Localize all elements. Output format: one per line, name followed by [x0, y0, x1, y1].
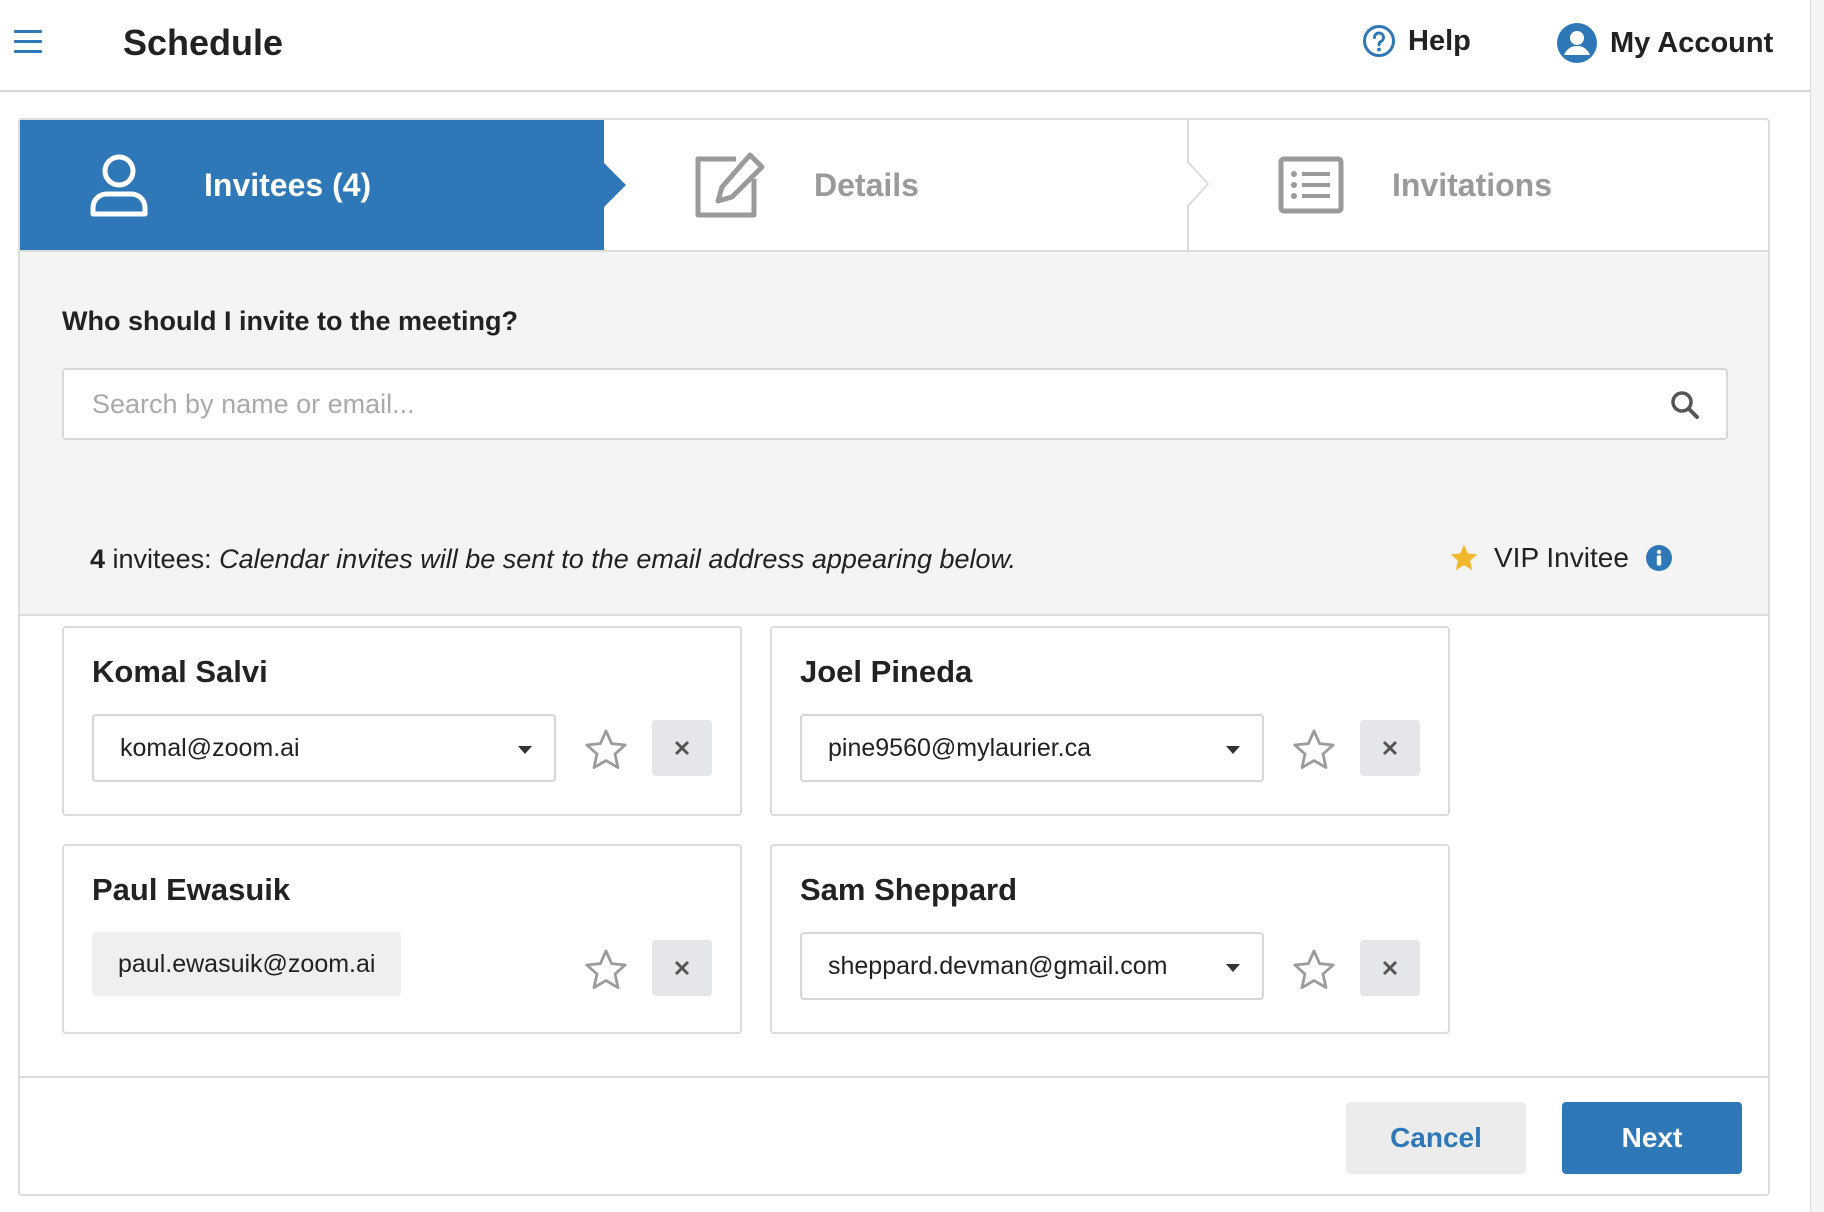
- close-icon: [674, 740, 690, 756]
- question-circle-icon: [1363, 25, 1395, 57]
- remove-invitee-button[interactable]: [1360, 940, 1420, 996]
- footer-divider: [20, 1076, 1768, 1078]
- question-heading: Who should I invite to the meeting?: [62, 306, 518, 336]
- next-button[interactable]: Next: [1562, 1102, 1742, 1174]
- caret-down-icon: [518, 746, 532, 754]
- my-account-label: My Account: [1610, 26, 1774, 59]
- step-invitees-label: Invitees (4): [204, 166, 372, 203]
- invitee-summary-message: Calendar invites will be sent to the ema…: [219, 544, 1017, 574]
- edit-icon: [695, 152, 765, 218]
- star-outline-icon[interactable]: [1290, 946, 1338, 994]
- close-icon: [674, 960, 690, 976]
- cancel-button[interactable]: Cancel: [1346, 1102, 1526, 1174]
- star-filled-icon: [1450, 544, 1478, 570]
- help-link[interactable]: Help: [1362, 24, 1471, 58]
- background-window-edge: [1810, 0, 1824, 1212]
- invitee-card: Komal Salvi komal@zoom.ai: [62, 626, 742, 816]
- stepper: Invitees (4) Details Invitations: [20, 120, 1768, 252]
- vip-legend: VIP Invitee: [1448, 542, 1673, 574]
- remove-invitee-button[interactable]: [652, 720, 712, 776]
- star-outline-icon[interactable]: [582, 946, 630, 994]
- invitee-card: Sam Sheppard sheppard.devman@gmail.com: [770, 844, 1450, 1034]
- invitee-card: Paul Ewasuik paul.ewasuik@zoom.ai: [62, 844, 742, 1034]
- invitee-name: Joel Pineda: [800, 654, 973, 689]
- top-bar: Schedule Help My Account: [0, 0, 1810, 92]
- invitee-name: Paul Ewasuik: [92, 872, 291, 907]
- user-icon: [90, 154, 148, 217]
- schedule-panel: Invitees (4) Details Invitations Who sho…: [18, 118, 1770, 1196]
- caret-down-icon: [1226, 746, 1240, 754]
- search-box: [62, 368, 1728, 440]
- email-value: paul.ewasuik@zoom.ai: [92, 932, 402, 996]
- help-label: Help: [1408, 24, 1471, 57]
- step-invitees[interactable]: Invitees (4): [20, 120, 626, 250]
- avatar-icon: [1557, 23, 1597, 63]
- star-outline-icon[interactable]: [1290, 726, 1338, 774]
- email-dropdown-value: pine9560@mylaurier.ca: [828, 734, 1092, 762]
- my-account-link[interactable]: My Account: [1556, 22, 1773, 64]
- email-dropdown[interactable]: pine9560@mylaurier.ca: [800, 714, 1264, 782]
- invitee-summary: 4 invitees: Calendar invites will be sen…: [90, 544, 1016, 575]
- close-icon: [1382, 960, 1398, 976]
- step-invitations[interactable]: Invitations: [1190, 120, 1768, 250]
- email-dropdown-value: sheppard.devman@gmail.com: [828, 952, 1168, 980]
- caret-down-icon: [1226, 964, 1240, 972]
- remove-invitee-button[interactable]: [652, 940, 712, 996]
- search-input[interactable]: [64, 370, 1700, 438]
- invitee-name: Komal Salvi: [92, 654, 268, 689]
- step-details-label: Details: [814, 166, 919, 203]
- email-dropdown[interactable]: sheppard.devman@gmail.com: [800, 932, 1264, 1000]
- remove-invitee-button[interactable]: [1360, 720, 1420, 776]
- info-icon[interactable]: [1645, 544, 1673, 572]
- invitee-summary-prefix: invitees:: [105, 544, 220, 574]
- step-details[interactable]: Details: [604, 120, 1188, 250]
- invitee-count: 4: [90, 544, 106, 574]
- vip-label: VIP Invitee: [1494, 542, 1629, 573]
- close-icon: [1382, 740, 1398, 756]
- hamburger-menu-icon[interactable]: [14, 30, 42, 54]
- email-dropdown-value: komal@zoom.ai: [120, 734, 300, 762]
- search-icon[interactable]: [1670, 390, 1700, 420]
- invitee-card: Joel Pineda pine9560@mylaurier.ca: [770, 626, 1450, 816]
- email-dropdown[interactable]: komal@zoom.ai: [92, 714, 556, 782]
- star-outline-icon[interactable]: [582, 726, 630, 774]
- invitee-name: Sam Sheppard: [800, 872, 1018, 907]
- step-invitations-label: Invitations: [1392, 166, 1553, 203]
- app-title: Schedule: [123, 22, 284, 63]
- list-icon: [1278, 156, 1344, 214]
